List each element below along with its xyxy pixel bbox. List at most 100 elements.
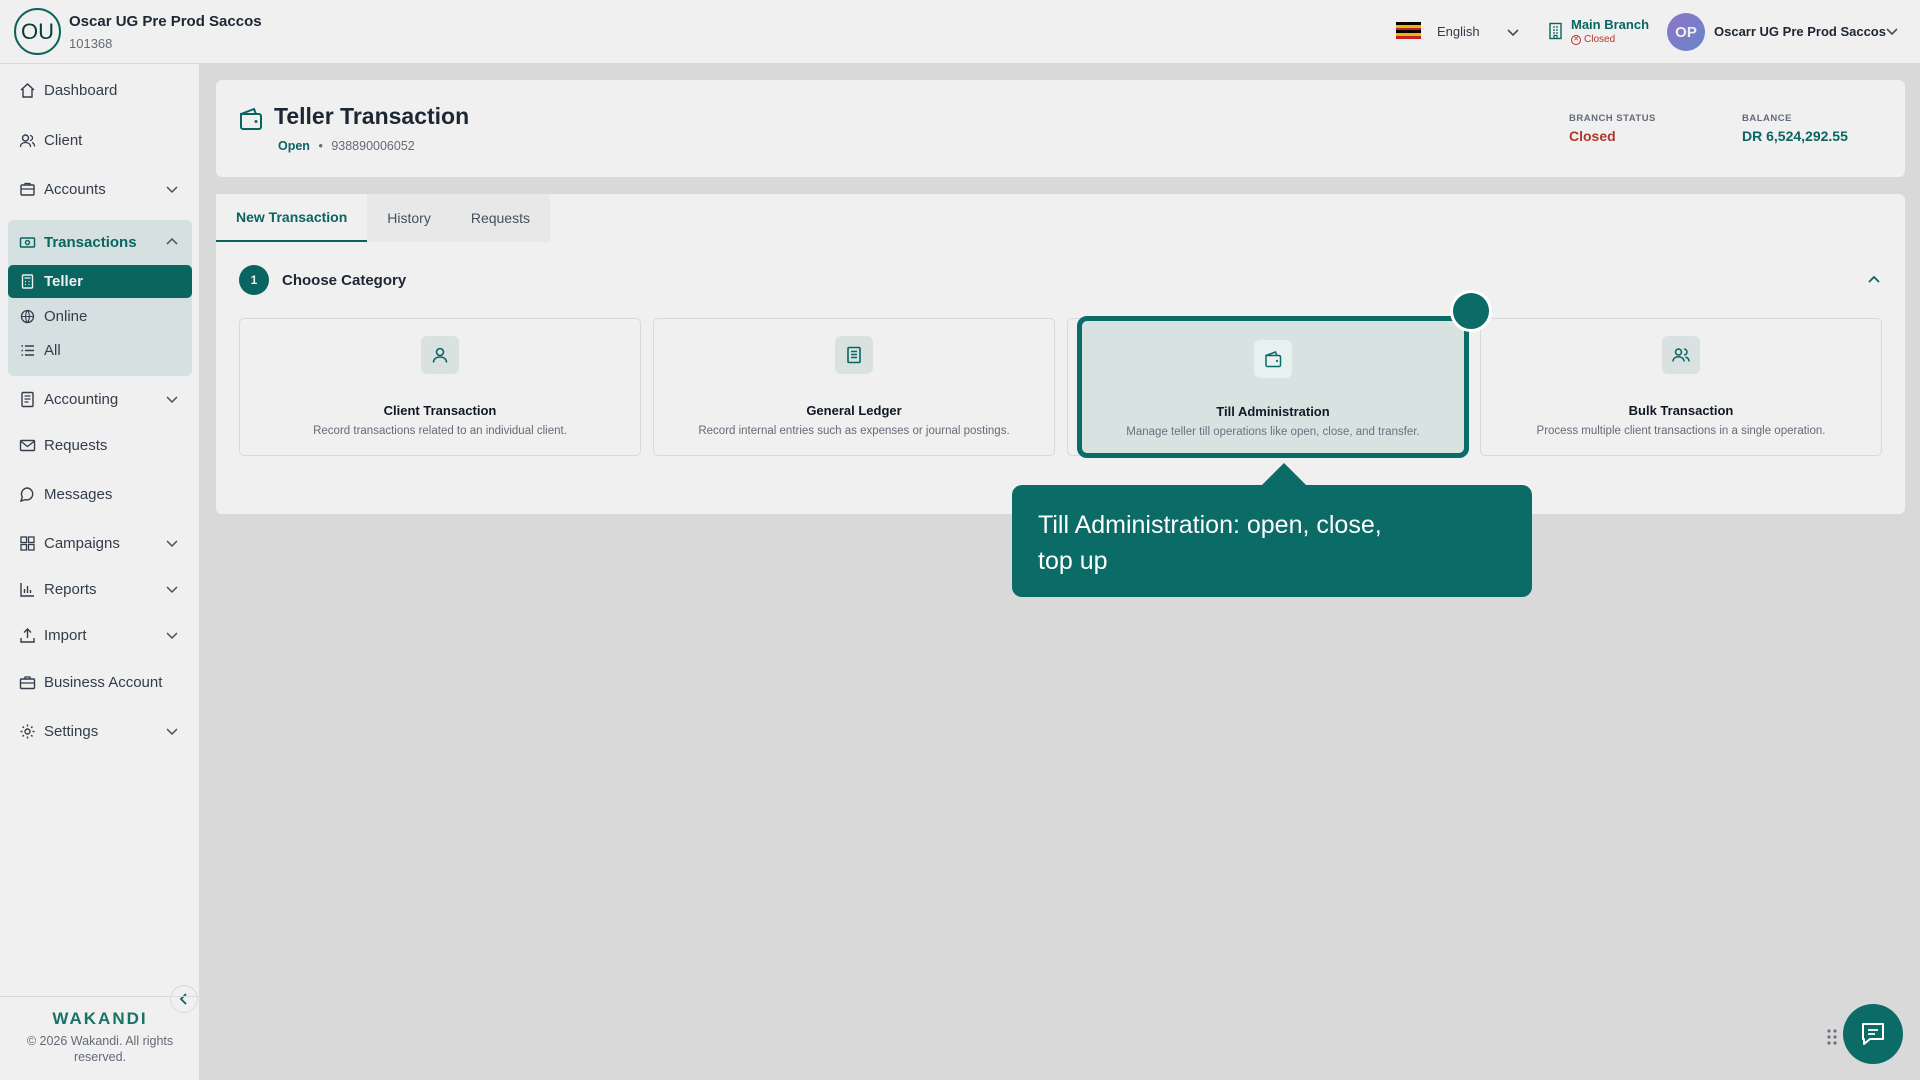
sidebar-item-label: Accounting <box>44 390 119 408</box>
step-number-badge: 1 <box>239 265 269 295</box>
sidebar-item-business-account[interactable]: Business Account <box>8 665 192 699</box>
users-icon <box>1662 336 1700 374</box>
user-name[interactable]: Oscarr UG Pre Prod Saccos <box>1714 24 1886 39</box>
tour-pulse-dot <box>1450 290 1492 332</box>
user-icon <box>421 336 459 374</box>
globe-icon <box>20 309 35 324</box>
chevron-up-icon[interactable] <box>1865 271 1883 289</box>
sidebar-subitem-teller[interactable]: Teller <box>8 265 192 298</box>
org-name: Oscar UG Pre Prod Saccos <box>69 13 262 30</box>
chevron-up-icon[interactable] <box>164 234 180 250</box>
tab-history[interactable]: History <box>367 194 451 242</box>
branch-status-value: Closed <box>1569 128 1616 144</box>
page-header-card: Teller Transaction Open • 938890006052 B… <box>216 80 1905 177</box>
chevron-down-icon[interactable] <box>164 581 180 597</box>
sidebar-item-label: Campaigns <box>44 534 120 552</box>
calculator-icon <box>21 274 34 289</box>
sidebar-item-client[interactable]: Client <box>8 123 192 157</box>
top-bar: OU Oscar UG Pre Prod Saccos 101368 Engli… <box>0 0 1920 64</box>
sidebar-item-transactions[interactable]: Transactions <box>8 220 192 264</box>
wallet-icon <box>240 107 262 130</box>
chevron-down-icon[interactable] <box>164 627 180 643</box>
chevron-down-icon[interactable] <box>1505 24 1521 40</box>
till-status-line: Open • 938890006052 <box>278 139 415 153</box>
language-selector[interactable]: English <box>1437 24 1480 39</box>
chevron-down-icon[interactable] <box>1884 23 1900 39</box>
category-card-bulk-transaction[interactable]: Bulk Transaction Process multiple client… <box>1480 318 1882 456</box>
sidebar-item-import[interactable]: Import <box>8 618 192 652</box>
chat-button[interactable] <box>1843 1004 1903 1064</box>
category-description: Record internal entries such as expenses… <box>698 425 1010 437</box>
sidebar-item-label: Client <box>44 131 83 149</box>
sidebar-item-label: Accounts <box>44 180 106 198</box>
close-circle-icon: ✕ <box>1571 34 1581 45</box>
ledger-icon <box>21 391 34 407</box>
briefcase-icon <box>19 675 36 689</box>
uganda-flag-icon[interactable] <box>1396 22 1421 39</box>
sidebar-item-label: Business Account <box>44 673 163 691</box>
sidebar-item-label: Reports <box>44 580 97 598</box>
tab-new-transaction[interactable]: New Transaction <box>216 194 368 242</box>
ledger-icon <box>835 336 873 374</box>
sidebar-item-label: Requests <box>44 436 108 454</box>
users-icon <box>19 133 36 147</box>
sidebar-item-accounting[interactable]: Accounting <box>8 382 192 416</box>
grid-icon <box>20 535 35 551</box>
home-icon <box>20 82 35 98</box>
page-title: Teller Transaction <box>274 103 470 129</box>
gear-icon <box>20 724 35 738</box>
sidebar-item-campaigns[interactable]: Campaigns <box>8 526 192 560</box>
tab-bar: New Transaction History Requests <box>216 194 550 242</box>
sidebar-subitem-label: Teller <box>44 273 83 290</box>
sidebar-item-label: Messages <box>44 485 113 503</box>
sidebar-item-accounts[interactable]: Accounts <box>8 172 192 206</box>
category-title: General Ledger <box>806 403 902 418</box>
avatar[interactable]: OP <box>1667 13 1705 51</box>
org-id: 101368 <box>69 36 113 51</box>
chevron-down-icon[interactable] <box>164 535 180 551</box>
drag-handle-icon[interactable] <box>1825 1027 1839 1047</box>
tab-requests[interactable]: Requests <box>450 194 550 242</box>
branch-name[interactable]: Main Branch <box>1571 17 1649 32</box>
sidebar-subitem-label: All <box>44 342 61 359</box>
balance-value: DR 6,524,292.55 <box>1742 128 1848 144</box>
sidebar-item-reports[interactable]: Reports <box>8 572 192 606</box>
sidebar-item-requests[interactable]: Requests <box>8 428 192 462</box>
chevron-down-icon[interactable] <box>164 723 180 739</box>
chat-icon <box>1862 1023 1884 1045</box>
sidebar-item-label: Dashboard <box>44 81 118 99</box>
category-title: Till Administration <box>1216 404 1330 419</box>
copyright-text: © 2026 Wakandi. All rights reserved. <box>26 1034 174 1064</box>
org-logo[interactable]: OU <box>14 8 61 55</box>
branch-status-badge: ✕ Closed <box>1571 34 1615 45</box>
category-card-client-transaction[interactable]: Client Transaction Record transactions r… <box>239 318 641 456</box>
category-title: Client Transaction <box>383 403 497 418</box>
balance-label: BALANCE <box>1742 113 1792 124</box>
category-description: Process multiple client transactions in … <box>1536 425 1826 437</box>
sidebar-group-transactions: Transactions Teller Online All <box>8 220 192 376</box>
sidebar-subitem-online[interactable]: Online <box>8 300 192 333</box>
category-card-general-ledger[interactable]: General Ledger Record internal entries s… <box>653 318 1055 456</box>
bar-chart-icon <box>20 582 34 597</box>
building-icon <box>1549 22 1562 40</box>
sidebar-item-dashboard[interactable]: Dashboard <box>8 73 192 107</box>
sidebar-subitem-all[interactable]: All <box>8 334 192 367</box>
chevron-down-icon[interactable] <box>164 391 180 407</box>
transaction-panel: New Transaction History Requests 1 Choos… <box>216 194 1905 514</box>
sidebar-item-label: Transactions <box>44 233 137 251</box>
branch-status-text: Closed <box>1584 34 1616 45</box>
sidebar-item-messages[interactable]: Messages <box>8 477 192 511</box>
upload-icon <box>20 627 35 643</box>
step-title: Choose Category <box>282 272 407 289</box>
sidebar-item-settings[interactable]: Settings <box>8 714 192 748</box>
status-separator: • <box>318 139 323 153</box>
category-description: Manage teller till operations like open,… <box>1126 426 1420 438</box>
tour-highlight-till-administration[interactable]: Till Administration Manage teller till o… <box>1077 316 1469 458</box>
list-icon <box>21 345 34 356</box>
chevron-down-icon[interactable] <box>164 181 180 197</box>
bank-icon <box>20 182 35 196</box>
message-icon <box>19 486 34 502</box>
till-status: Open <box>278 139 310 153</box>
sidebar-subitem-label: Online <box>44 308 88 325</box>
category-title: Bulk Transaction <box>1628 403 1734 418</box>
